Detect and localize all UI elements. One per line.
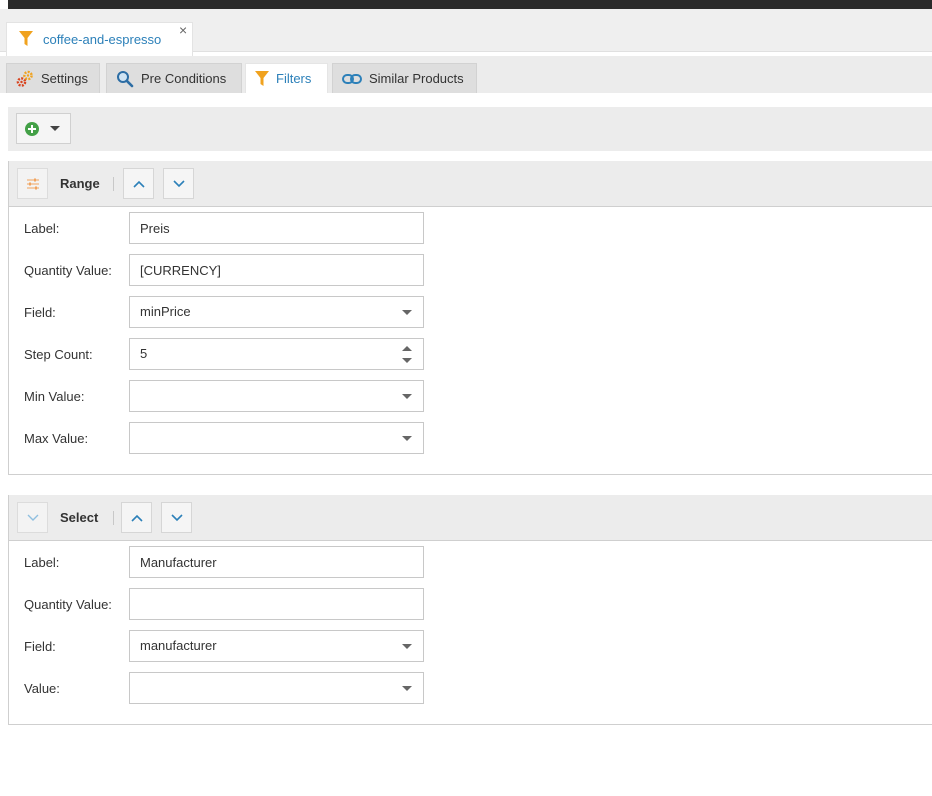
increment-icon[interactable] <box>402 346 412 351</box>
form-row-label: Label: <box>9 212 932 244</box>
form-row-label: Label: <box>9 546 932 578</box>
add-icon <box>25 122 39 136</box>
field-label: Quantity Value: <box>24 263 112 278</box>
funnel-icon <box>19 31 33 46</box>
field-label: Label: <box>24 555 60 570</box>
field-label: Field: <box>24 639 56 654</box>
document-tab-bar: coffee-and-espresso × <box>0 9 932 60</box>
tab-settings[interactable]: Settings <box>6 63 100 93</box>
field-label: Quantity Value: <box>24 597 112 612</box>
decrement-icon[interactable] <box>402 358 412 363</box>
dropdown-arrow-icon <box>402 310 412 315</box>
field-select[interactable]: manufacturer <box>129 630 424 662</box>
header-divider <box>113 177 114 191</box>
dropdown-arrow-icon <box>402 644 412 649</box>
field-label: Max Value: <box>24 431 89 446</box>
form-row-max-value: Max Value: <box>9 422 932 454</box>
top-bar <box>8 0 932 9</box>
field-label: Field: <box>24 305 56 320</box>
form-row-step-count: Step Count: 5 <box>9 338 932 370</box>
sliders-icon <box>26 178 39 189</box>
range-panel-header: Range <box>9 161 932 207</box>
chevron-down-icon <box>172 179 185 187</box>
range-collapse-button[interactable] <box>17 168 48 199</box>
quantity-value-input[interactable] <box>129 588 424 620</box>
range-move-up-button[interactable] <box>123 168 154 199</box>
tab-settings-label: Settings <box>41 71 88 86</box>
add-filter-button[interactable] <box>16 113 71 144</box>
tab-similar-products[interactable]: Similar Products <box>332 63 477 93</box>
document-tab-title: coffee-and-espresso <box>43 32 162 47</box>
form-row-min-value: Min Value: <box>9 380 932 412</box>
field-label: Min Value: <box>24 389 85 404</box>
label-input[interactable] <box>129 546 424 578</box>
select-panel-header: Select <box>9 495 932 541</box>
header-divider <box>113 511 114 525</box>
tab-pre-conditions-label: Pre Conditions <box>141 71 227 86</box>
chevron-up-icon <box>132 180 145 188</box>
range-panel-title: Range <box>60 176 100 191</box>
tab-similar-products-label: Similar Products <box>369 71 464 86</box>
form-row-quantity-value: Quantity Value: <box>9 254 932 286</box>
chevron-down-icon <box>170 513 183 521</box>
max-value-select[interactable] <box>129 422 424 454</box>
tab-filters[interactable]: Filters <box>245 63 328 93</box>
close-icon[interactable]: × <box>179 23 187 37</box>
select-panel-title: Select <box>60 510 99 525</box>
chevron-down-icon <box>27 514 38 521</box>
select-filter-panel: Select Label: Quantity Value: Field: man… <box>8 495 932 725</box>
select-move-up-button[interactable] <box>121 502 152 533</box>
select-value: minPrice <box>140 304 191 319</box>
dropdown-arrow-icon <box>402 394 412 399</box>
value-select[interactable] <box>129 672 424 704</box>
field-label: Value: <box>24 681 60 696</box>
form-row-quantity-value: Quantity Value: <box>9 588 932 620</box>
step-count-stepper[interactable]: 5 <box>129 338 424 370</box>
document-tab[interactable]: coffee-and-espresso × <box>6 22 193 60</box>
filters-toolbar <box>8 107 932 151</box>
field-label: Step Count: <box>24 347 93 362</box>
min-value-select[interactable] <box>129 380 424 412</box>
link-icon <box>342 73 362 84</box>
range-filter-panel: Range Label: Quantity Value: Field: minP… <box>8 161 932 475</box>
search-icon <box>117 70 134 87</box>
form-row-field: Field: manufacturer <box>9 630 932 662</box>
field-label: Label: <box>24 221 60 236</box>
stepper-value: 5 <box>140 346 148 361</box>
tab-pre-conditions[interactable]: Pre Conditions <box>106 63 242 93</box>
field-select[interactable]: minPrice <box>129 296 424 328</box>
label-input[interactable] <box>129 212 424 244</box>
chevron-up-icon <box>130 514 143 522</box>
dropdown-arrow-icon <box>402 686 412 691</box>
subtab-bar: Settings Pre Conditions Filters Similar … <box>0 56 932 93</box>
form-row-value: Value: <box>9 672 932 704</box>
form-row-field: Field: minPrice <box>9 296 932 328</box>
tab-filters-label: Filters <box>276 71 312 86</box>
select-value: manufacturer <box>140 638 217 653</box>
dropdown-arrow-icon <box>402 436 412 441</box>
select-collapse-button[interactable] <box>17 502 48 533</box>
gears-icon <box>16 70 33 87</box>
range-move-down-button[interactable] <box>163 168 194 199</box>
funnel-icon <box>255 70 269 86</box>
select-move-down-button[interactable] <box>161 502 192 533</box>
quantity-value-input[interactable] <box>129 254 424 286</box>
caret-down-icon <box>50 126 60 131</box>
